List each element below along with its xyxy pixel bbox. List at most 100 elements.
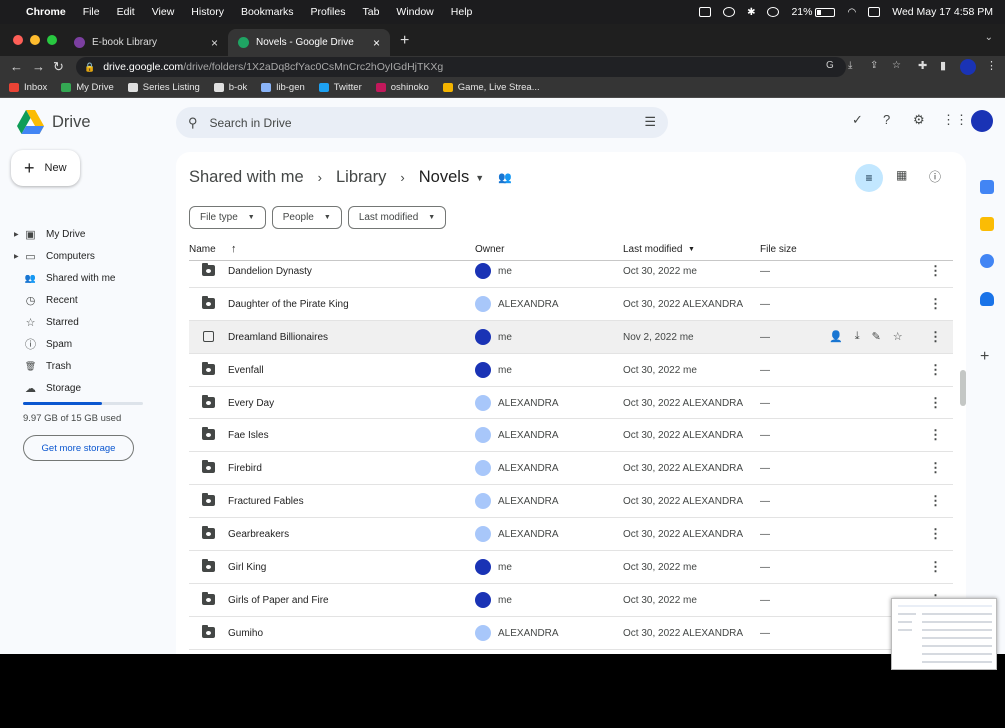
control-center-icon[interactable] [868, 7, 881, 17]
menu-tab[interactable]: Tab [362, 6, 379, 18]
file-name[interactable]: Firebird [228, 463, 262, 474]
breadcrumb-library[interactable]: Library [336, 168, 386, 187]
table-row[interactable]: Daughter of the Pirate King ALEXANDRA Oct … [189, 288, 953, 321]
more-actions-icon[interactable]: ⋮ [929, 460, 942, 476]
clock[interactable]: Wed May 17 4:58 PM [892, 6, 993, 18]
search-bar[interactable]: ⚲ Search in Drive ☰ [176, 107, 668, 138]
shared-people-icon[interactable]: 👥 [498, 171, 512, 184]
column-file-size[interactable]: File size [760, 244, 797, 255]
select-checkbox[interactable] [203, 330, 214, 342]
filter-toggle-icon[interactable]: ≡ [855, 164, 883, 192]
search-icon[interactable]: ⚲ [188, 115, 198, 131]
wifi-icon[interactable]: ◠ [847, 7, 856, 18]
more-actions-icon[interactable]: ⋮ [929, 395, 942, 411]
bookmark-inbox[interactable]: Inbox [9, 82, 47, 93]
expand-arrow-icon[interactable]: ▶ [14, 253, 19, 260]
more-actions-icon[interactable]: ⋮ [929, 427, 942, 443]
profile-avatar[interactable] [960, 59, 976, 75]
file-name[interactable]: Gearbreakers [228, 529, 289, 540]
install-icon[interactable]: ⤓ [848, 60, 852, 71]
reload-icon[interactable]: ↻ [53, 59, 64, 75]
table-row[interactable]: Dandelion Dynasty me Oct 30, 2022 me — ⋮ [189, 255, 953, 288]
search-options-icon[interactable]: ☰ [644, 114, 656, 130]
menu-edit[interactable]: Edit [117, 6, 135, 18]
new-button[interactable]: + New [11, 150, 80, 186]
contacts-icon[interactable] [980, 292, 994, 306]
more-actions-icon[interactable]: ⋮ [929, 362, 942, 378]
file-name[interactable]: Gumiho [228, 628, 263, 639]
menu-app-name[interactable]: Chrome [26, 6, 66, 18]
star-icon[interactable]: ☆ [893, 330, 903, 343]
get-more-storage-button[interactable]: Get more storage [23, 435, 134, 461]
minimize-window-button[interactable] [30, 35, 40, 45]
sidebar-item-recent[interactable]: ◷ Recent [14, 289, 164, 311]
menu-bookmarks[interactable]: Bookmarks [241, 6, 294, 18]
menu-file[interactable]: File [83, 6, 100, 18]
more-actions-icon[interactable]: ⋮ [929, 493, 942, 509]
screenshot-thumbnail[interactable] [891, 598, 997, 670]
menu-help[interactable]: Help [451, 6, 473, 18]
help-icon[interactable]: ? [883, 112, 890, 127]
table-row[interactable]: GumihoALEXANDRAOct 30, 2022 ALEXANDRA—⋮ [189, 617, 953, 650]
sidebar-item-starred[interactable]: ☆ Starred [14, 311, 164, 333]
scrollbar[interactable] [960, 370, 966, 406]
table-row[interactable]: Girls of Paper and Fire me Oct 30, 2022 me… [189, 584, 953, 617]
new-tab-icon[interactable]: + [400, 32, 409, 50]
tasks-icon[interactable] [980, 254, 994, 268]
expand-arrow-icon[interactable]: ▶ [14, 231, 19, 238]
screen-icon[interactable] [699, 7, 712, 17]
account-avatar[interactable] [971, 110, 993, 132]
bookmark-game-live-stream[interactable]: Game, Live Strea... [442, 82, 540, 93]
menu-history[interactable]: History [191, 6, 224, 18]
table-row[interactable]: Fae Isles ALEXANDRA Oct 30, 2022 ALEXANDRA… [189, 419, 953, 453]
tab-ebook-library[interactable]: E-book Library × [64, 29, 228, 56]
bookmark-star-icon[interactable]: ☆ [892, 60, 901, 71]
tab-search-chevron-icon[interactable]: ⌄ [985, 32, 993, 43]
file-name[interactable]: Girls of Paper and Fire [228, 595, 329, 606]
rename-pencil-icon[interactable]: ✎ [872, 330, 881, 343]
sidebar-item-shared-with-me[interactable]: 👥 Shared with me [14, 267, 164, 289]
mask-icon[interactable] [723, 7, 736, 17]
file-name[interactable]: Every Day [228, 398, 274, 409]
keep-icon[interactable] [980, 217, 994, 231]
folder-menu-caret-icon[interactable]: ▼ [475, 173, 484, 183]
tab-google-drive[interactable]: Novels - Google Drive × [228, 29, 390, 56]
add-addon-icon[interactable]: + [980, 348, 989, 366]
drive-logo[interactable]: Drive [17, 110, 91, 134]
more-actions-icon[interactable]: ⋮ [929, 526, 942, 542]
share-icon[interactable]: ⇪ [870, 60, 878, 71]
breadcrumb-current-folder[interactable]: Novels [419, 168, 469, 187]
file-name[interactable]: Girl King [228, 562, 266, 573]
info-icon[interactable]: ⓘ [929, 168, 941, 185]
close-tab-icon[interactable]: × [373, 36, 380, 50]
download-icon[interactable]: ⤓ [855, 330, 860, 343]
bookmark-my-drive[interactable]: My Drive [61, 82, 114, 93]
more-actions-icon[interactable]: ⋮ [929, 559, 942, 575]
close-tab-icon[interactable]: × [211, 36, 218, 50]
file-type-filter[interactable]: File type ▼ [189, 206, 266, 229]
play-icon[interactable] [767, 7, 780, 17]
forward-icon[interactable]: → [32, 59, 45, 74]
sidebar-item-spam[interactable]: ⓘ Spam [14, 333, 164, 355]
column-name[interactable]: Name [189, 244, 216, 255]
bluetooth-icon[interactable]: ✱ [747, 7, 755, 18]
table-row[interactable]: Fractured Fables ALEXANDRA Oct 30, 2022 AL… [189, 485, 953, 519]
table-row[interactable]: Gearbreakers ALEXANDRA Oct 30, 2022 ALEXAN… [189, 518, 953, 552]
file-name[interactable]: Fractured Fables [228, 496, 304, 507]
file-name[interactable]: Daughter of the Pirate King [228, 299, 349, 310]
sidebar-item-computers[interactable]: ▶ ▭ Computers [14, 245, 164, 267]
more-actions-icon[interactable]: ⋮ [929, 263, 942, 279]
sort-arrow-up-icon[interactable]: ↑ [231, 243, 237, 255]
people-filter[interactable]: People ▼ [271, 206, 342, 229]
settings-gear-icon[interactable]: ⚙ [913, 112, 925, 128]
bookmark-b-ok[interactable]: b-ok [213, 82, 247, 93]
battery-indicator[interactable]: 21% [791, 6, 836, 18]
column-last-modified[interactable]: Last modified [623, 244, 682, 255]
grid-view-icon[interactable]: ▦ [896, 168, 907, 182]
table-row[interactable]: Evenfall me Oct 30, 2022 me — ⋮ [189, 354, 953, 387]
lock-icon[interactable]: 🔒 [84, 62, 95, 73]
zoom-window-button[interactable] [47, 35, 57, 45]
back-icon[interactable]: ← [10, 59, 23, 74]
sort-down-caret-icon[interactable]: ▼ [688, 246, 695, 253]
bookmark-lib-gen[interactable]: lib-gen [261, 82, 305, 93]
